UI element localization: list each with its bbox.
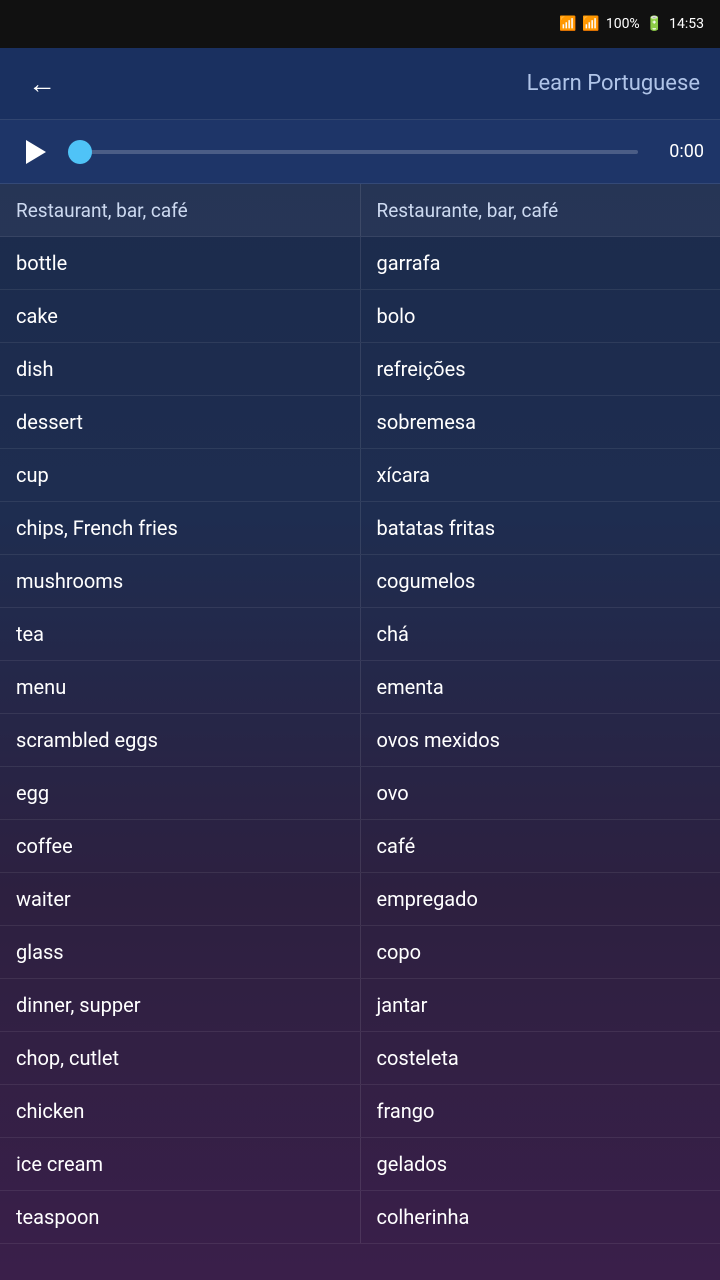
battery-text: 100% <box>606 16 640 32</box>
english-term: teaspoon <box>0 1191 361 1243</box>
wifi-icon: 📶 <box>559 16 576 32</box>
english-term: Restaurant, bar, café <box>0 184 361 236</box>
english-term: dish <box>0 343 361 395</box>
english-term: tea <box>0 608 361 660</box>
portuguese-term: frango <box>361 1085 720 1137</box>
status-icons: 📶 📶 100% 🔋 14:53 <box>559 16 704 32</box>
table-row[interactable]: ice creamgelados <box>0 1138 720 1191</box>
english-term: chop, cutlet <box>0 1032 361 1084</box>
vocabulary-list: Restaurant, bar, caféRestaurante, bar, c… <box>0 184 720 1244</box>
english-term: egg <box>0 767 361 819</box>
table-row[interactable]: dinner, supperjantar <box>0 979 720 1032</box>
portuguese-term: batatas fritas <box>361 502 720 554</box>
table-row[interactable]: cakebolo <box>0 290 720 343</box>
page-title: Learn Portuguese <box>84 71 700 96</box>
english-term: waiter <box>0 873 361 925</box>
english-term: cake <box>0 290 361 342</box>
portuguese-term: garrafa <box>361 237 720 289</box>
portuguese-term: colherinha <box>361 1191 720 1243</box>
english-term: chips, French fries <box>0 502 361 554</box>
table-row[interactable]: waiterempregado <box>0 873 720 926</box>
status-bar: 📶 📶 100% 🔋 14:53 <box>0 0 720 48</box>
table-row[interactable]: dishrefreições <box>0 343 720 396</box>
portuguese-term: sobremesa <box>361 396 720 448</box>
portuguese-term: bolo <box>361 290 720 342</box>
english-term: menu <box>0 661 361 713</box>
time-display: 0:00 <box>654 141 704 162</box>
battery-icon: 🔋 <box>646 16 663 32</box>
play-icon <box>26 140 46 164</box>
back-arrow-icon: ← <box>28 67 56 100</box>
progress-bar[interactable] <box>68 150 638 154</box>
table-row[interactable]: Restaurant, bar, caféRestaurante, bar, c… <box>0 184 720 237</box>
english-term: glass <box>0 926 361 978</box>
portuguese-term: gelados <box>361 1138 720 1190</box>
app-header: ← Learn Portuguese <box>0 48 720 120</box>
table-row[interactable]: menuementa <box>0 661 720 714</box>
portuguese-term: ovo <box>361 767 720 819</box>
english-term: bottle <box>0 237 361 289</box>
table-row[interactable]: mushroomscogumelos <box>0 555 720 608</box>
table-row[interactable]: scrambled eggsovos mexidos <box>0 714 720 767</box>
english-term: dinner, supper <box>0 979 361 1031</box>
progress-thumb[interactable] <box>68 140 92 164</box>
portuguese-term: copo <box>361 926 720 978</box>
portuguese-term: refreições <box>361 343 720 395</box>
english-term: chicken <box>0 1085 361 1137</box>
table-row[interactable]: dessertsobremesa <box>0 396 720 449</box>
portuguese-term: jantar <box>361 979 720 1031</box>
portuguese-term: empregado <box>361 873 720 925</box>
table-row[interactable]: chickenfrango <box>0 1085 720 1138</box>
table-row[interactable]: teaspooncolherinha <box>0 1191 720 1244</box>
portuguese-term: xícara <box>361 449 720 501</box>
table-row[interactable]: cupxícara <box>0 449 720 502</box>
table-row[interactable]: eggovo <box>0 767 720 820</box>
portuguese-term: ovos mexidos <box>361 714 720 766</box>
table-row[interactable]: glasscopo <box>0 926 720 979</box>
table-row[interactable]: teachá <box>0 608 720 661</box>
portuguese-term: chá <box>361 608 720 660</box>
table-row[interactable]: chips, French friesbatatas fritas <box>0 502 720 555</box>
english-term: mushrooms <box>0 555 361 607</box>
english-term: ice cream <box>0 1138 361 1190</box>
play-button[interactable] <box>16 134 52 170</box>
english-term: cup <box>0 449 361 501</box>
english-term: scrambled eggs <box>0 714 361 766</box>
table-row[interactable]: bottlegarrafa <box>0 237 720 290</box>
english-term: coffee <box>0 820 361 872</box>
audio-player: 0:00 <box>0 120 720 184</box>
english-term: dessert <box>0 396 361 448</box>
time-display-status: 14:53 <box>669 16 704 32</box>
portuguese-term: Restaurante, bar, café <box>361 184 720 236</box>
portuguese-term: cogumelos <box>361 555 720 607</box>
portuguese-term: ementa <box>361 661 720 713</box>
back-button[interactable]: ← <box>20 62 64 106</box>
signal-icon: 📶 <box>582 16 599 32</box>
portuguese-term: café <box>361 820 720 872</box>
portuguese-term: costeleta <box>361 1032 720 1084</box>
table-row[interactable]: coffeecafé <box>0 820 720 873</box>
table-row[interactable]: chop, cutletcosteleta <box>0 1032 720 1085</box>
